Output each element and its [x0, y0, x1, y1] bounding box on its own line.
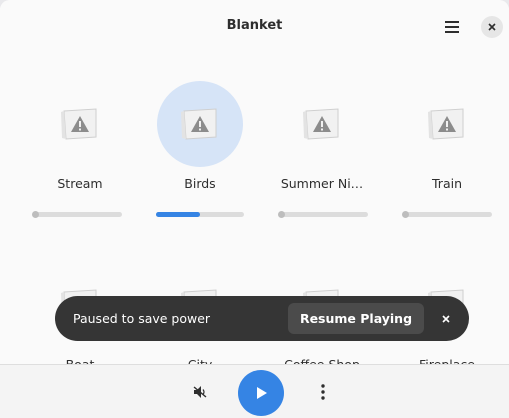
sound-card-train[interactable]: Train	[392, 81, 502, 241]
slider-fill	[156, 212, 200, 217]
sound-name: Summer Ni…	[280, 176, 364, 191]
missing-image-icon	[427, 105, 467, 143]
header-bar: Blanket	[0, 0, 509, 54]
sound-name: Stream	[57, 176, 103, 191]
main-menu-button[interactable]	[440, 16, 464, 38]
sound-card-stream[interactable]: Stream	[25, 81, 135, 241]
bottom-bar	[0, 364, 509, 418]
close-icon	[488, 23, 496, 31]
missing-image-icon	[302, 105, 342, 143]
sound-card-birds[interactable]: Birds	[145, 81, 255, 241]
resume-playing-button[interactable]: Resume Playing	[288, 303, 424, 334]
volume-slider[interactable]	[278, 210, 368, 218]
volume-button[interactable]	[189, 382, 211, 402]
play-button[interactable]	[238, 370, 284, 416]
play-icon	[257, 387, 267, 399]
volume-slider[interactable]	[402, 210, 492, 218]
sound-name: Train	[432, 176, 462, 191]
toast-message: Paused to save power	[73, 311, 211, 326]
hamburger-menu-icon	[445, 21, 459, 33]
app-window: Blanket Stream Birds Summer Ni… Train Pa…	[0, 0, 509, 418]
more-options-button[interactable]	[313, 381, 333, 403]
sound-name: Birds	[184, 176, 216, 191]
close-window-button[interactable]	[481, 16, 503, 38]
vertical-dots-icon	[321, 384, 325, 400]
missing-image-icon	[60, 105, 100, 143]
volume-slider[interactable]	[32, 210, 122, 218]
volume-slider[interactable]	[156, 210, 244, 218]
dismiss-toast-button[interactable]	[435, 308, 457, 330]
power-saving-toast: Paused to save power Resume Playing	[55, 296, 469, 341]
missing-image-icon	[180, 105, 220, 143]
slider-knob[interactable]	[402, 211, 409, 218]
speaker-muted-icon	[193, 386, 207, 398]
slider-knob[interactable]	[32, 211, 39, 218]
sound-card-summer-night[interactable]: Summer Ni…	[267, 81, 377, 241]
close-icon	[442, 315, 450, 323]
slider-knob[interactable]	[278, 211, 285, 218]
window-title: Blanket	[226, 18, 283, 33]
